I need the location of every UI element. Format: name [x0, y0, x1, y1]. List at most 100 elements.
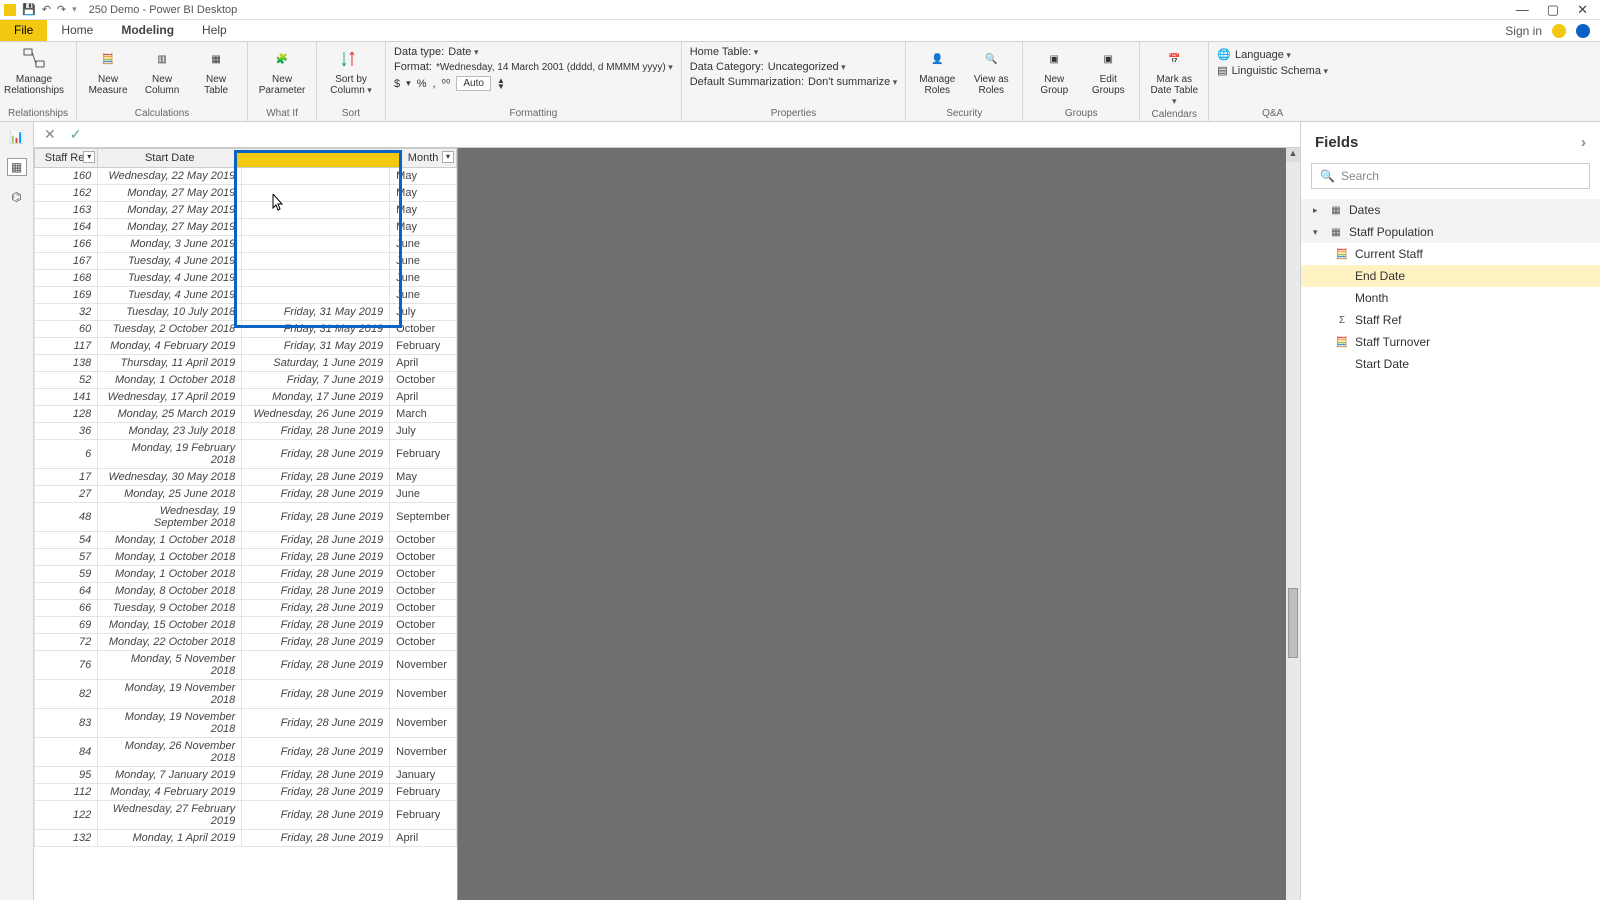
filter-staffref-icon[interactable]: ▾ — [83, 151, 95, 163]
new-parameter-button[interactable]: 🧩New Parameter — [256, 46, 308, 96]
manage-relationships-button[interactable]: Manage Relationships — [8, 46, 60, 96]
linguistic-schema-dropdown[interactable]: Linguistic Schema — [1232, 65, 1328, 77]
data-view-icon[interactable]: ▦ — [7, 158, 27, 176]
tab-help[interactable]: Help — [188, 20, 241, 41]
scroll-up-icon[interactable]: ▲ — [1286, 148, 1300, 162]
table-row[interactable]: 82 Monday, 19 November 2018 Friday, 28 J… — [35, 680, 457, 709]
table-row[interactable]: 167 Tuesday, 4 June 2019 June — [35, 253, 457, 270]
currency-button[interactable]: $ — [394, 78, 400, 90]
table-row[interactable]: 59 Monday, 1 October 2018 Friday, 28 Jun… — [35, 566, 457, 583]
report-view-icon[interactable]: 📊 — [7, 128, 27, 146]
smiley-icon[interactable] — [1552, 24, 1566, 38]
field-month[interactable]: Month — [1301, 287, 1600, 309]
col-enddate[interactable]: End Date▾ — [242, 149, 390, 168]
new-group-button[interactable]: ▣New Group — [1031, 46, 1077, 96]
table-row[interactable]: 95 Monday, 7 January 2019 Friday, 28 Jun… — [35, 767, 457, 784]
table-row[interactable]: 141 Wednesday, 17 April 2019 Monday, 17 … — [35, 389, 457, 406]
filter-enddate-icon[interactable]: ▾ — [375, 151, 387, 163]
hometable-dropdown[interactable]: Home Table: — [690, 46, 759, 58]
vertical-scrollbar[interactable]: ▲ — [1286, 148, 1300, 900]
col-startdate[interactable]: Start Date — [98, 149, 242, 168]
tab-modeling[interactable]: Modeling — [107, 20, 188, 41]
formula-bar[interactable]: ✕ ✓ — [34, 122, 1300, 148]
tab-home[interactable]: Home — [47, 20, 107, 41]
filter-month-icon[interactable]: ▾ — [442, 151, 454, 163]
table-row[interactable]: 57 Monday, 1 October 2018 Friday, 28 Jun… — [35, 549, 457, 566]
new-table-button[interactable]: ▦New Table — [193, 46, 239, 96]
table-row[interactable]: 83 Monday, 19 November 2018 Friday, 28 J… — [35, 709, 457, 738]
scroll-thumb[interactable] — [1288, 588, 1298, 658]
table-row[interactable]: 132 Monday, 1 April 2019 Friday, 28 June… — [35, 830, 457, 847]
fields-search-input[interactable]: 🔍 Search — [1311, 163, 1590, 189]
table-row[interactable]: 17 Wednesday, 30 May 2018 Friday, 28 Jun… — [35, 469, 457, 486]
table-row[interactable]: 27 Monday, 25 June 2018 Friday, 28 June … — [35, 486, 457, 503]
table-row[interactable]: 76 Monday, 5 November 2018 Friday, 28 Ju… — [35, 651, 457, 680]
table-row[interactable]: 72 Monday, 22 October 2018 Friday, 28 Ju… — [35, 634, 457, 651]
table-row[interactable]: 122 Wednesday, 27 February 2019 Friday, … — [35, 801, 457, 830]
qat-redo-icon[interactable]: ↷ — [57, 3, 66, 16]
table-row[interactable]: 138 Thursday, 11 April 2019 Saturday, 1 … — [35, 355, 457, 372]
col-staffref[interactable]: Staff Ref▾ — [35, 149, 98, 168]
new-measure-button[interactable]: 🧮New Measure — [85, 46, 131, 96]
tab-file[interactable]: File — [0, 20, 47, 41]
datacategory-dropdown[interactable]: Uncategorized — [768, 61, 846, 73]
table-row[interactable]: 69 Monday, 15 October 2018 Friday, 28 Ju… — [35, 617, 457, 634]
qat-save-icon[interactable]: 💾 — [22, 3, 36, 16]
table-row[interactable]: 36 Monday, 23 July 2018 Friday, 28 June … — [35, 423, 457, 440]
table-row[interactable]: 60 Tuesday, 2 October 2018 Friday, 31 Ma… — [35, 321, 457, 338]
cell-startdate: Thursday, 11 April 2019 — [98, 355, 242, 372]
table-row[interactable]: 66 Tuesday, 9 October 2018 Friday, 28 Ju… — [35, 600, 457, 617]
percent-button[interactable]: % — [417, 78, 427, 90]
field-staff-ref[interactable]: ΣStaff Ref — [1301, 309, 1600, 331]
maximize-button[interactable]: ▢ — [1547, 2, 1559, 18]
table-row[interactable]: 117 Monday, 4 February 2019 Friday, 31 M… — [35, 338, 457, 355]
table-row[interactable]: 128 Monday, 25 March 2019 Wednesday, 26 … — [35, 406, 457, 423]
table-row[interactable]: 48 Wednesday, 19 September 2018 Friday, … — [35, 503, 457, 532]
field-staff-turnover[interactable]: 🧮Staff Turnover — [1301, 331, 1600, 353]
decimals-spinner[interactable]: ▲▼ — [497, 78, 505, 89]
table-row[interactable]: 166 Monday, 3 June 2019 June — [35, 236, 457, 253]
table-row[interactable]: 163 Monday, 27 May 2019 May — [35, 202, 457, 219]
qat-undo-icon[interactable]: ↶ — [42, 3, 51, 16]
help-icon[interactable] — [1576, 24, 1590, 38]
minimize-button[interactable]: — — [1516, 2, 1529, 18]
table-row[interactable]: 52 Monday, 1 October 2018 Friday, 7 June… — [35, 372, 457, 389]
format-dropdown[interactable]: *Wednesday, 14 March 2001 (dddd, d MMMM … — [436, 62, 673, 73]
close-button[interactable]: ✕ — [1577, 2, 1588, 18]
table-row[interactable]: 169 Tuesday, 4 June 2019 June — [35, 287, 457, 304]
table-row[interactable]: 162 Monday, 27 May 2019 May — [35, 185, 457, 202]
auto-box[interactable]: Auto — [456, 76, 491, 91]
table-row[interactable]: 84 Monday, 26 November 2018 Friday, 28 J… — [35, 738, 457, 767]
table-row[interactable]: 112 Monday, 4 February 2019 Friday, 28 J… — [35, 784, 457, 801]
signin-link[interactable]: Sign in — [1505, 24, 1542, 38]
table-row[interactable]: 64 Monday, 8 October 2018 Friday, 28 Jun… — [35, 583, 457, 600]
table-row[interactable]: 160 Wednesday, 22 May 2019 May — [35, 168, 457, 185]
qat-customize-icon[interactable]: ▾ — [72, 4, 77, 15]
decimals-button[interactable]: ⁰⁰ — [442, 77, 451, 90]
field-current-staff[interactable]: 🧮Current Staff — [1301, 243, 1600, 265]
table-row[interactable]: 6 Monday, 19 February 2018 Friday, 28 Ju… — [35, 440, 457, 469]
summarization-dropdown[interactable]: Don't summarize — [808, 76, 897, 88]
sort-by-column-button[interactable]: Sort by Column — [325, 46, 377, 96]
table-row[interactable]: 168 Tuesday, 4 June 2019 June — [35, 270, 457, 287]
datatype-dropdown[interactable]: Date — [448, 46, 478, 58]
language-dropdown[interactable]: Language — [1235, 49, 1291, 61]
view-as-roles-button[interactable]: 🔍View as Roles — [968, 46, 1014, 96]
formula-cancel-icon[interactable]: ✕ — [44, 126, 56, 143]
fields-collapse-icon[interactable]: › — [1581, 134, 1586, 151]
table-staff-population[interactable]: ▾▦Staff Population — [1301, 221, 1600, 243]
table-row[interactable]: 32 Tuesday, 10 July 2018 Friday, 31 May … — [35, 304, 457, 321]
field-start-date[interactable]: Start Date — [1301, 353, 1600, 375]
model-view-icon[interactable]: ⌬ — [7, 188, 27, 206]
table-row[interactable]: 164 Monday, 27 May 2019 May — [35, 219, 457, 236]
comma-button[interactable]: , — [432, 78, 435, 90]
mark-date-table-button[interactable]: 📅Mark as Date Table — [1148, 46, 1200, 107]
table-dates[interactable]: ▸▦Dates — [1301, 199, 1600, 221]
col-month[interactable]: Month▾ — [390, 149, 457, 168]
edit-groups-button[interactable]: ▣Edit Groups — [1085, 46, 1131, 96]
new-column-button[interactable]: ▥New Column — [139, 46, 185, 96]
table-row[interactable]: 54 Monday, 1 October 2018 Friday, 28 Jun… — [35, 532, 457, 549]
manage-roles-button[interactable]: 👤Manage Roles — [914, 46, 960, 96]
field-end-date[interactable]: End Date — [1301, 265, 1600, 287]
formula-commit-icon[interactable]: ✓ — [70, 126, 82, 143]
